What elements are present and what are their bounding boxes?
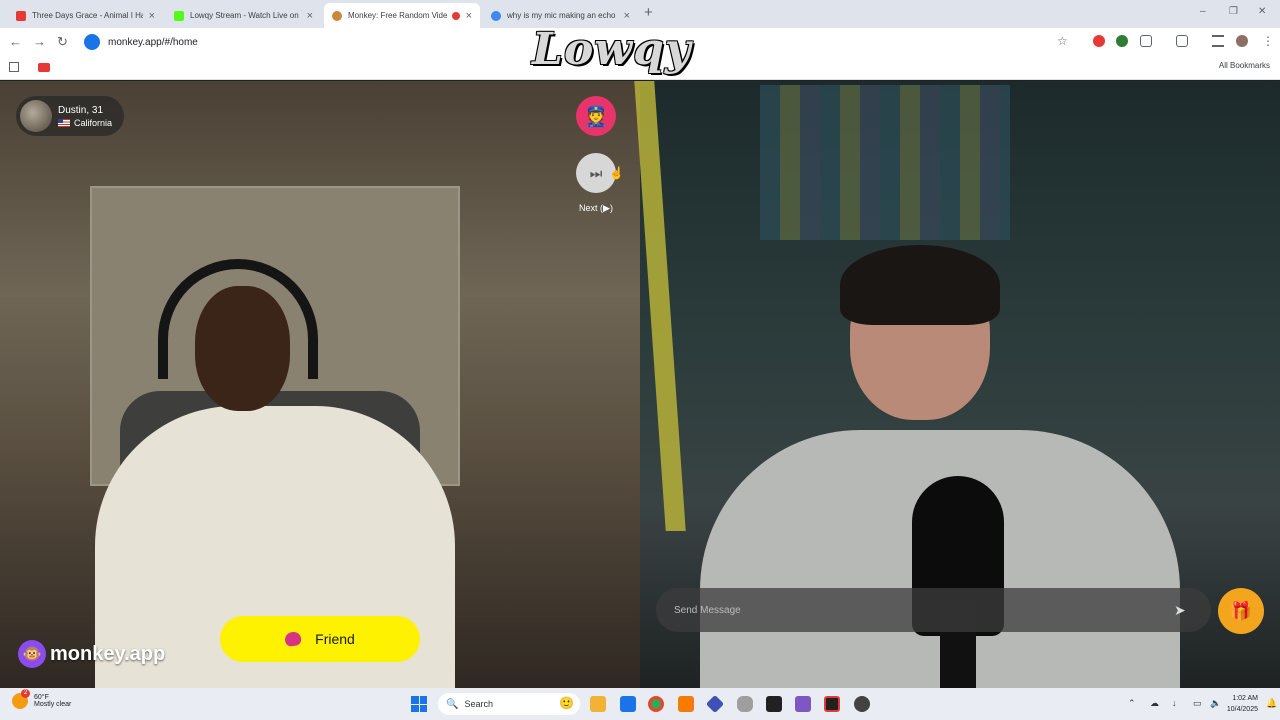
background-tapestry: [760, 85, 1010, 240]
notifications-icon[interactable]: 🔔: [1266, 698, 1277, 709]
rl-app-icon[interactable]: [824, 696, 840, 712]
bookmark-star-icon[interactable]: ☆: [1057, 34, 1068, 48]
avatar: [20, 100, 52, 132]
apps-grid-icon[interactable]: [9, 62, 19, 72]
taskbar-search[interactable]: 🔍 Search 🙂: [438, 693, 580, 715]
extension-green-icon[interactable]: [1116, 35, 1128, 47]
media-controls-icon[interactable]: [1212, 35, 1224, 47]
heart-icon: [284, 630, 303, 648]
police-officer-icon: 👮: [583, 105, 609, 128]
message-input[interactable]: [674, 604, 1154, 616]
start-button[interactable]: [411, 696, 427, 712]
url-text[interactable]: monkey.app/#/home: [108, 37, 198, 48]
gift-icon: 🎁: [1229, 600, 1253, 621]
extension-record-icon[interactable]: [1093, 35, 1105, 47]
youtube-icon: [16, 10, 26, 21]
chrome-icon[interactable]: [648, 696, 664, 712]
weather-widget[interactable]: 2 60°F Mostly clear: [12, 689, 72, 709]
skip-forward-icon: ⏭: [589, 164, 603, 181]
google-icon: [491, 10, 501, 21]
windows-taskbar: 2 60°F Mostly clear 🔍 Search 🙂 ⌃ ☁ ↓ ▭ 🔈…: [0, 688, 1280, 720]
store-icon[interactable]: [620, 696, 636, 712]
weather-icon: 2: [12, 689, 30, 709]
report-button[interactable]: 👮: [576, 96, 616, 136]
firefox-icon[interactable]: [678, 696, 694, 712]
tray-overflow-icon[interactable]: ⌃: [1128, 698, 1136, 709]
tab-title: Monkey: Free Random Vide: [348, 11, 448, 20]
onedrive-icon[interactable]: ☁: [1150, 698, 1159, 709]
brand-text: monkey.app: [50, 642, 166, 665]
forward-icon[interactable]: →: [33, 34, 46, 49]
tab-title: Three Days Grace - Animal I Ha: [32, 11, 143, 20]
remote-user-chip[interactable]: Dustin, 31 California: [16, 96, 124, 136]
obs-icon[interactable]: [854, 696, 870, 712]
remote-video-feed: [0, 81, 640, 688]
system-clock[interactable]: 1:02 AM 10/4/2025: [1227, 693, 1258, 715]
volume-icon[interactable]: 🔈: [1210, 698, 1221, 709]
all-bookmarks[interactable]: All Bookmarks: [1219, 61, 1270, 70]
back-icon[interactable]: ←: [9, 34, 22, 49]
tab-lowqy-stream[interactable]: Lowqy Stream - Watch Live on ×: [166, 3, 321, 28]
new-tab-button[interactable]: +: [644, 4, 653, 21]
self-person-hair: [840, 245, 1000, 325]
game-app-icon[interactable]: [795, 696, 811, 712]
next-label: Next (▶): [579, 203, 613, 213]
close-window-icon[interactable]: ✕: [1258, 6, 1266, 17]
recording-icon: [451, 11, 460, 20]
gift-button[interactable]: 🎁: [1218, 588, 1264, 634]
search-icon: 🔍: [446, 698, 459, 710]
close-tab-icon[interactable]: ×: [624, 10, 630, 22]
hand-cursor-icon: ☝: [609, 166, 624, 180]
emoji-icon: 🙂: [559, 696, 574, 710]
app-diamond-icon[interactable]: [705, 694, 725, 714]
close-tab-icon[interactable]: ×: [307, 10, 313, 22]
monkey-logo-icon: 🐵: [18, 640, 46, 668]
monkey-icon: [332, 10, 342, 21]
capcut-icon[interactable]: [766, 696, 782, 712]
profile-avatar[interactable]: [1236, 35, 1248, 47]
maximize-icon[interactable]: ❐: [1229, 6, 1238, 17]
weather-desc: Mostly clear: [34, 701, 72, 708]
clock-time: 1:02 AM: [1232, 695, 1258, 702]
display-icon[interactable]: ▭: [1193, 698, 1202, 709]
close-tab-icon[interactable]: ×: [149, 10, 155, 22]
notification-badge: 2: [21, 689, 30, 698]
minimize-icon[interactable]: –: [1200, 6, 1206, 17]
download-icon[interactable]: ↓: [1172, 698, 1177, 708]
site-info-icon[interactable]: [84, 34, 100, 50]
side-panel-icon[interactable]: [1176, 35, 1188, 47]
extensions-puzzle-icon[interactable]: [1140, 35, 1152, 47]
kick-icon: [174, 10, 184, 21]
tab-three-days-grace[interactable]: Three Days Grace - Animal I Ha ×: [8, 3, 163, 28]
add-friend-button[interactable]: Friend: [220, 616, 420, 662]
message-composer: ➤: [656, 588, 1211, 632]
monkey-brand: 🐵 monkey.app: [18, 640, 165, 668]
us-flag-icon: [58, 118, 70, 127]
remote-user-name: Dustin, 31: [58, 104, 104, 116]
close-tab-icon[interactable]: ×: [466, 10, 472, 22]
menu-kebab-icon[interactable]: ⋮: [1262, 34, 1274, 48]
mouse-app-icon[interactable]: [737, 696, 753, 712]
clock-date: 10/4/2025: [1226, 706, 1258, 713]
weather-temp: 60°F: [34, 694, 49, 701]
friend-label: Friend: [315, 631, 355, 647]
remote-user-location: California: [74, 117, 113, 128]
stream-logo: Lowqy: [532, 24, 692, 75]
reload-icon[interactable]: ↻: [57, 34, 68, 50]
file-explorer-icon[interactable]: [590, 696, 606, 712]
youtube-bookmark-icon[interactable]: [38, 63, 50, 72]
tab-title: why is my mic making an echo: [507, 11, 616, 20]
tab-monkey[interactable]: Monkey: Free Random Vide ×: [324, 3, 480, 28]
send-icon[interactable]: ➤: [1174, 602, 1186, 619]
search-label: Search: [464, 699, 493, 709]
tab-title: Lowqy Stream - Watch Live on: [190, 11, 299, 20]
